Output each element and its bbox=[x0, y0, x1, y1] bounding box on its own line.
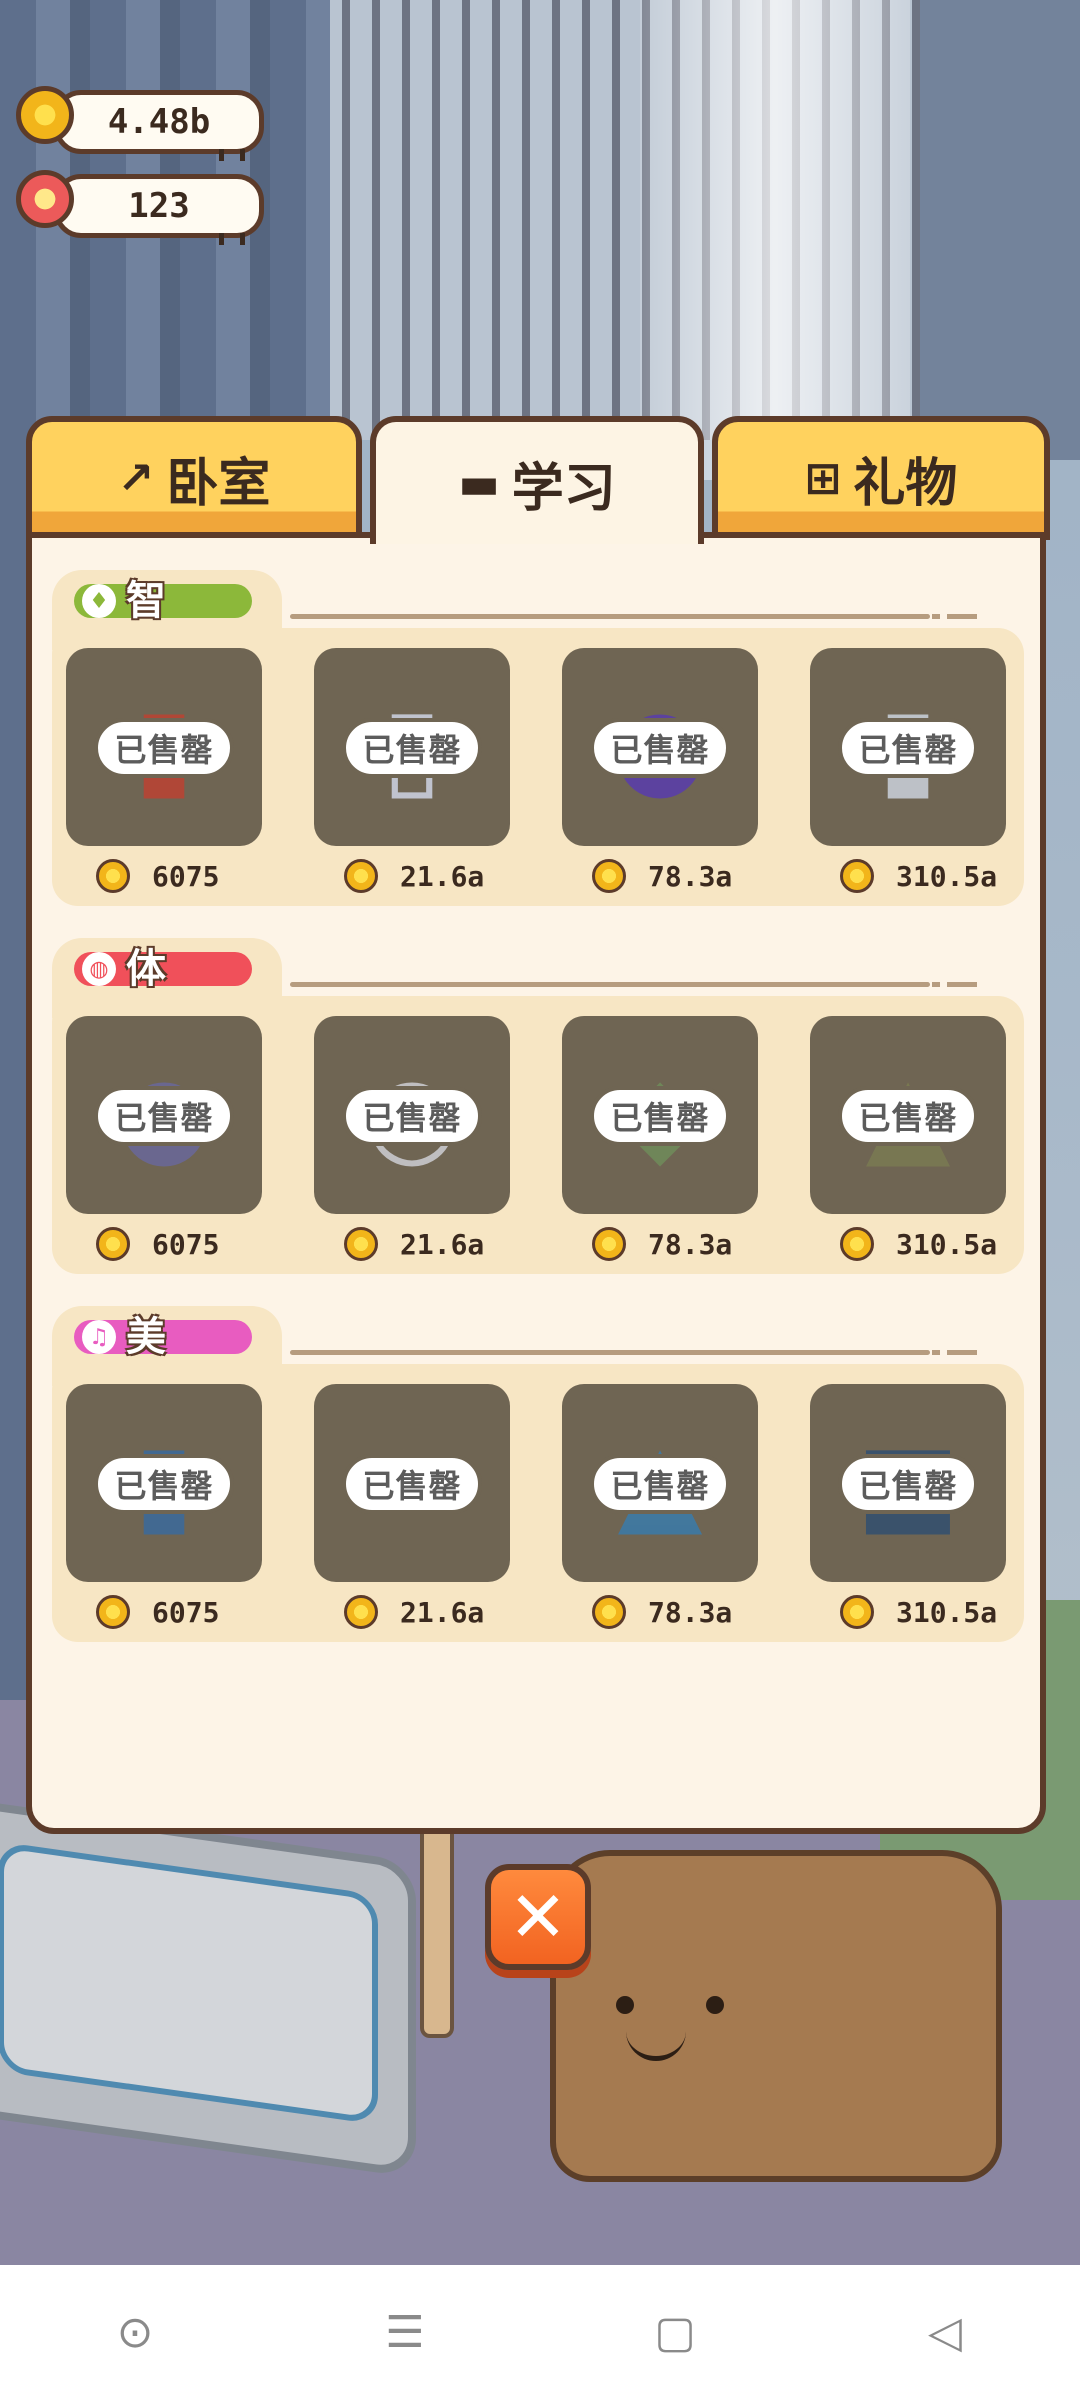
sold-out-badge: 已售罄 bbox=[94, 1454, 234, 1514]
item-price: 6075 bbox=[96, 856, 266, 896]
section-intellect: ♦ 智 ▮ 已售罄 6075 ▯ 已售罄 21.6a ● 已售罄 78.3a ▮… bbox=[52, 570, 1024, 920]
item-price: 21.6a bbox=[344, 856, 514, 896]
item-price: 78.3a bbox=[592, 1224, 762, 1264]
sold-out-badge: 已售罄 bbox=[590, 718, 730, 778]
system-nav-bar: ⊙ ☰ ▢ ◁ bbox=[0, 2265, 1080, 2400]
shop-panel: ♦ 智 ▮ 已售罄 6075 ▯ 已售罄 21.6a ● 已售罄 78.3a ▮… bbox=[26, 532, 1046, 1834]
sold-out-badge: 已售罄 bbox=[342, 1454, 482, 1514]
tab-label: 礼物 bbox=[853, 453, 958, 514]
shop-item[interactable]: ▯ 已售罄 21.6a bbox=[314, 648, 510, 900]
section-label: ♫ 美 bbox=[74, 1314, 252, 1360]
shop-item[interactable]: ▲ 已售罄 310.5a bbox=[810, 1016, 1006, 1268]
sold-out-badge: 已售罄 bbox=[590, 1086, 730, 1146]
tab-bedroom[interactable]: ↗ 卧室 bbox=[26, 416, 362, 540]
shop-item[interactable]: ▲ 已售罄 78.3a bbox=[562, 1384, 758, 1636]
gift-icon: ⊞ bbox=[804, 452, 842, 504]
flower-icon bbox=[16, 170, 74, 228]
item-price: 6075 bbox=[96, 1224, 266, 1264]
close-icon: ✕ bbox=[508, 1876, 568, 1958]
cat-bread-bed[interactable] bbox=[550, 1850, 1002, 2182]
item-price: 78.3a bbox=[592, 856, 762, 896]
sold-out-badge: 已售罄 bbox=[838, 1086, 978, 1146]
sold-out-badge: 已售罄 bbox=[590, 1454, 730, 1514]
coin-icon bbox=[592, 859, 626, 893]
item-price: 310.5a bbox=[840, 856, 1010, 896]
coin-icon bbox=[344, 859, 378, 893]
sold-out-badge: 已售罄 bbox=[94, 1086, 234, 1146]
coin-icon bbox=[840, 1227, 874, 1261]
tab-label: 学习 bbox=[511, 458, 616, 519]
graduation-cap-icon: ▬ bbox=[458, 457, 500, 509]
tab-label: 卧室 bbox=[166, 453, 271, 514]
flower-balance[interactable]: 123 bbox=[16, 170, 268, 245]
shop-item[interactable]: ◓ 已售罄 21.6a bbox=[314, 1016, 510, 1268]
coin-icon bbox=[16, 86, 74, 144]
item-price: 78.3a bbox=[592, 1592, 762, 1632]
flower-amount: 123 bbox=[54, 174, 264, 245]
section-label: ♦ 智 bbox=[74, 578, 252, 624]
coin-icon bbox=[96, 1595, 130, 1629]
section-physical: ◍ 体 ● 已售罄 6075 ◓ 已售罄 21.6a ◆ 已售罄 78.3a ▲… bbox=[52, 938, 1024, 1288]
coin-icon bbox=[592, 1227, 626, 1261]
wall-panel bbox=[920, 0, 1080, 460]
section-art: ♫ 美 ▮ 已售罄 6075 ▬ 已售罄 21.6a ▲ 已售罄 78.3a ■… bbox=[52, 1306, 1024, 1656]
item-price: 6075 bbox=[96, 1592, 266, 1632]
coin-icon bbox=[96, 1227, 130, 1261]
coin-icon bbox=[840, 1595, 874, 1629]
shop-item[interactable]: ● 已售罄 6075 bbox=[66, 1016, 262, 1268]
menu-icon[interactable]: ☰ bbox=[375, 2303, 435, 2363]
coin-amount: 4.48b bbox=[54, 90, 264, 161]
close-button[interactable]: ✕ bbox=[485, 1864, 591, 1970]
hammer-icon: ↗ bbox=[117, 452, 155, 504]
sheer-curtain bbox=[640, 0, 910, 480]
basketball-icon: ◍ bbox=[82, 952, 116, 986]
music-note-icon: ♫ bbox=[82, 1320, 116, 1354]
coin-icon bbox=[840, 859, 874, 893]
shop-item[interactable]: ■ 已售罄 310.5a bbox=[810, 1384, 1006, 1636]
shop-item[interactable]: ▮ 已售罄 6075 bbox=[66, 648, 262, 900]
coin-icon bbox=[592, 1595, 626, 1629]
tab-study[interactable]: ▬ 学习 bbox=[370, 416, 704, 544]
item-price: 310.5a bbox=[840, 1592, 1010, 1632]
item-price: 21.6a bbox=[344, 1592, 514, 1632]
table-leg bbox=[420, 1820, 454, 2038]
sold-out-badge: 已售罄 bbox=[838, 718, 978, 778]
shop-item[interactable]: ▮ 已售罄 6075 bbox=[66, 1384, 262, 1636]
coin-icon bbox=[344, 1227, 378, 1261]
coin-balance[interactable]: 4.48b bbox=[16, 86, 268, 161]
tab-gift[interactable]: ⊞ 礼物 bbox=[712, 416, 1050, 540]
assistant-icon[interactable]: ⊙ bbox=[105, 2303, 165, 2363]
sold-out-badge: 已售罄 bbox=[838, 1454, 978, 1514]
wash-basin[interactable] bbox=[0, 1797, 416, 2179]
coin-icon bbox=[96, 859, 130, 893]
shop-item[interactable]: ◆ 已售罄 78.3a bbox=[562, 1016, 758, 1268]
sold-out-badge: 已售罄 bbox=[342, 718, 482, 778]
item-price: 21.6a bbox=[344, 1224, 514, 1264]
shop-item[interactable]: ● 已售罄 78.3a bbox=[562, 648, 758, 900]
shop-item[interactable]: ▮ 已售罄 310.5a bbox=[810, 648, 1006, 900]
back-icon[interactable]: ◁ bbox=[915, 2303, 975, 2363]
sold-out-badge: 已售罄 bbox=[94, 718, 234, 778]
sold-out-badge: 已售罄 bbox=[342, 1086, 482, 1146]
shop-item[interactable]: ▬ 已售罄 21.6a bbox=[314, 1384, 510, 1636]
lightbulb-icon: ♦ bbox=[82, 584, 116, 618]
item-price: 310.5a bbox=[840, 1224, 1010, 1264]
coin-icon bbox=[344, 1595, 378, 1629]
section-label: ◍ 体 bbox=[74, 946, 252, 992]
home-icon[interactable]: ▢ bbox=[645, 2303, 705, 2363]
